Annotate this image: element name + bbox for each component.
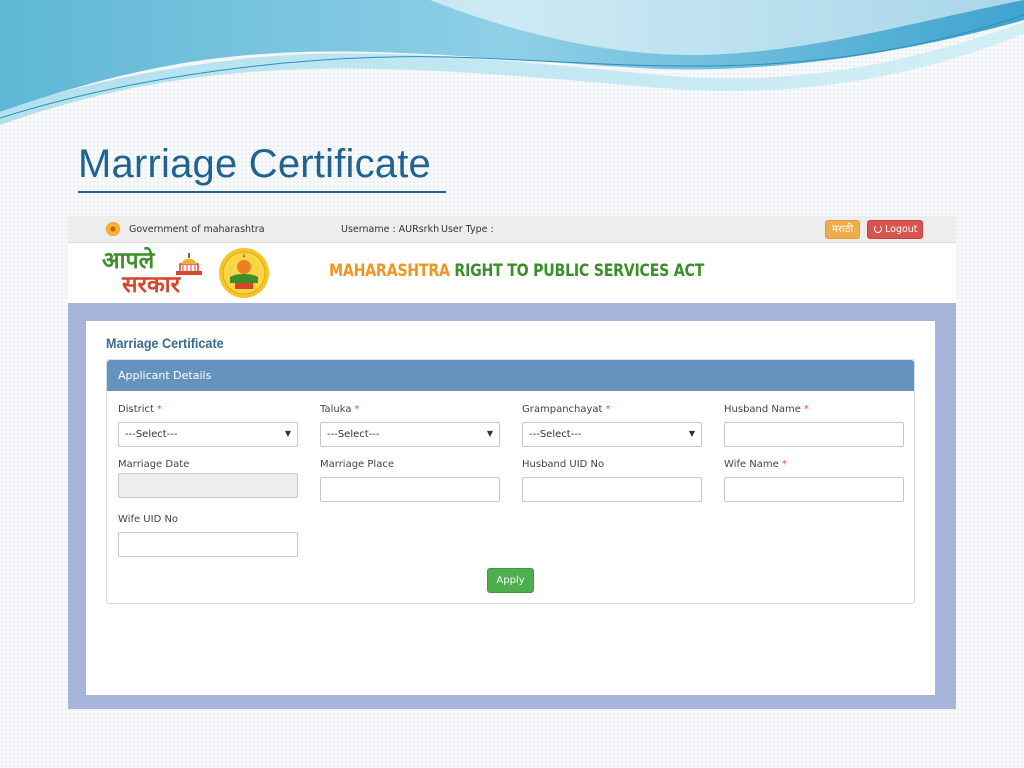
power-icon [874,225,882,233]
husband-name-label: Husband Name * [724,404,809,415]
taluka-label: Taluka * [320,404,360,415]
top-bar: Government of maharashtra Username : AUR… [68,216,956,243]
husband-uid-label: Husband UID No [522,459,605,470]
rtps-seal-icon [219,248,269,298]
government-label: Government of maharashtra [129,224,265,235]
logout-button[interactable]: Logout [867,220,923,239]
banner: आपले सरकार MAHARASHTRA RIGHT TO PUBLIC S… [68,243,956,303]
marriage-date-label: Marriage Date [118,459,190,470]
banner-title-state: MAHARASHTRA [329,261,450,280]
husband-name-input[interactable] [724,422,904,447]
banner-title-act: RIGHT TO PUBLIC SERVICES ACT [454,261,705,280]
marriage-place-label: Marriage Place [320,459,394,470]
building-dome-icon [176,253,202,275]
husband-uid-input[interactable] [522,477,702,502]
applicant-details-panel: Applicant Details District * ---Select---… [106,359,915,604]
government-emblem-icon [106,222,120,236]
taluka-select[interactable]: ---Select--- ▼ [320,422,500,447]
marriage-date-input[interactable] [118,473,298,498]
district-label: District * [118,404,162,415]
banner-title: MAHARASHTRA RIGHT TO PUBLIC SERVICES ACT [329,261,704,280]
username-label: Username : AURsrkh [341,224,440,235]
apply-button[interactable]: Apply [487,568,534,593]
chevron-down-icon: ▼ [688,429,695,438]
wife-uid-input[interactable] [118,532,298,557]
grampanchayat-label: Grampanchayat * [522,404,611,415]
usertype-label: User Type : [441,224,494,235]
wife-uid-label: Wife UID No [118,514,179,525]
wife-name-label: Wife Name * [724,459,787,470]
district-select[interactable]: ---Select--- ▼ [118,422,298,447]
grampanchayat-select[interactable]: ---Select--- ▼ [522,422,702,447]
panel-heading: Applicant Details [107,360,914,391]
marriage-place-input[interactable] [320,477,500,502]
wife-name-input[interactable] [724,477,904,502]
chevron-down-icon: ▼ [284,429,291,438]
slide-title-underline [78,191,446,193]
language-toggle-button[interactable]: मराठी [825,220,860,239]
page-heading: Marriage Certificate [106,335,224,351]
logout-label: Logout [885,224,918,235]
slide-title: Marriage Certificate [78,142,432,186]
header-wave-decoration [0,0,1024,125]
content-area: Marriage Certificate Applicant Details D… [86,321,935,695]
screenshot-frame: Government of maharashtra Username : AUR… [68,216,956,709]
chevron-down-icon: ▼ [486,429,493,438]
